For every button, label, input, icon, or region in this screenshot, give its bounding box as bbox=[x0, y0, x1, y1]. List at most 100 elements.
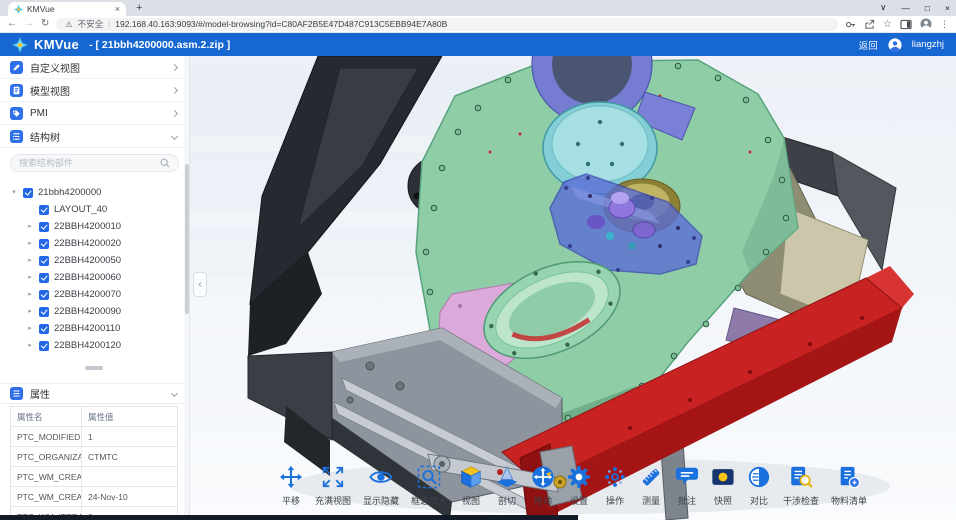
expander-icon[interactable]: ▸ bbox=[26, 291, 34, 298]
tree-item-label: 22BBH4200050 bbox=[54, 255, 121, 266]
tree-item[interactable]: ▸22BBH4200110 bbox=[0, 320, 189, 337]
chevron-right-icon bbox=[171, 109, 178, 116]
url-bar[interactable]: ⚠ 不安全 | 192.168.40.163:9093/#/model-brow… bbox=[56, 18, 838, 31]
horizontal-scrollbar-thumb[interactable] bbox=[85, 366, 103, 370]
checkbox-checked[interactable] bbox=[23, 188, 33, 198]
url-divider: | bbox=[108, 19, 110, 29]
expander-icon[interactable]: ▾ bbox=[10, 189, 18, 196]
tool-settings[interactable]: 设置 bbox=[567, 465, 591, 507]
forward-icon[interactable]: → bbox=[24, 19, 34, 29]
tool-label: 批注 bbox=[678, 494, 696, 507]
tree-item[interactable]: ▸ 22BBH4200060 bbox=[0, 269, 189, 286]
tree-item[interactable]: ▸22BBH4200070 bbox=[0, 286, 189, 303]
tool-pan[interactable]: 平移 bbox=[279, 465, 303, 507]
expander-icon[interactable]: ▸ bbox=[26, 274, 34, 281]
sidebar-section-pmi[interactable]: PMI bbox=[0, 102, 189, 125]
sidebar-collapse-button[interactable]: ‹ bbox=[193, 272, 207, 297]
expander-icon[interactable]: ▸ bbox=[26, 240, 34, 247]
tool-label: 操作 bbox=[606, 494, 624, 507]
expander-icon[interactable]: ▸ bbox=[26, 223, 34, 230]
section-cut-icon bbox=[495, 465, 519, 489]
tree-item-label: 21bbh4200000 bbox=[38, 187, 101, 198]
tool-compare[interactable]: 对比 bbox=[747, 465, 771, 507]
tree-item[interactable]: ▸ 22BBH4200020 bbox=[0, 235, 189, 252]
checkbox-checked[interactable] bbox=[39, 239, 49, 249]
browser-tab[interactable]: KMVue × bbox=[8, 2, 126, 16]
tool-section-cut[interactable]: 剖切 bbox=[495, 465, 519, 507]
maximize-icon[interactable]: □ bbox=[925, 3, 930, 13]
reload-icon[interactable]: ↻ bbox=[41, 19, 49, 29]
expander-icon[interactable]: ▸ bbox=[26, 257, 34, 264]
tree-item-label: 22BBH4200020 bbox=[54, 238, 121, 249]
profile-avatar-icon[interactable] bbox=[920, 18, 932, 30]
property-name: PTC_WM_CREATED_... bbox=[11, 467, 82, 487]
3d-model-canvas[interactable] bbox=[190, 56, 956, 520]
properties-table: 属性名 属性值 PTC_MODIFIED1 PTC_ORGANIZATIO...… bbox=[10, 406, 178, 520]
back-to-list-button[interactable]: 返回 bbox=[859, 38, 878, 52]
checkbox-checked[interactable] bbox=[39, 341, 49, 351]
tree-item[interactable]: ▾ 21bbh4200000 bbox=[0, 184, 189, 201]
properties-title: 属性 bbox=[30, 386, 165, 401]
tool-snapshot[interactable]: 快照 bbox=[711, 465, 735, 507]
tool-operate[interactable]: 操作 bbox=[603, 465, 627, 507]
sidebar-scrollbar[interactable] bbox=[184, 56, 189, 520]
checkbox-checked[interactable] bbox=[39, 324, 49, 334]
close-icon[interactable]: × bbox=[945, 3, 950, 13]
box-zoom-icon bbox=[417, 465, 441, 489]
checkbox-checked[interactable] bbox=[39, 256, 49, 266]
table-row[interactable]: PTC_WM_CREATED_... bbox=[11, 467, 178, 487]
tree-item-label: 22BBH4200060 bbox=[54, 272, 121, 283]
tree-item[interactable]: ▸22BBH4200120 bbox=[0, 337, 189, 354]
drag-icon bbox=[531, 465, 555, 489]
tab-close-icon[interactable]: × bbox=[115, 5, 120, 14]
share-icon[interactable] bbox=[864, 19, 875, 30]
tool-drag[interactable]: 拖动 bbox=[531, 465, 555, 507]
tool-label: 显示隐藏 bbox=[363, 494, 399, 507]
tree-item[interactable]: LAYOUT_40 bbox=[0, 201, 189, 218]
tab-search-icon[interactable]: ∨ bbox=[880, 2, 886, 13]
custom-view-icon bbox=[10, 61, 23, 74]
checkbox-checked[interactable] bbox=[39, 307, 49, 317]
table-row[interactable]: PTC_WM_CREATED_...24-Nov-10 bbox=[11, 487, 178, 507]
bookmark-star-icon[interactable]: ☆ bbox=[883, 19, 892, 30]
tool-box-zoom[interactable]: 框选放大 bbox=[411, 465, 447, 507]
checkbox-checked[interactable] bbox=[39, 205, 49, 215]
browser-address-bar: ← → ↻ ⚠ 不安全 | 192.168.40.163:9093/#/mode… bbox=[0, 16, 956, 33]
scrollbar-thumb[interactable] bbox=[185, 164, 189, 314]
checkbox-checked[interactable] bbox=[39, 273, 49, 283]
tool-show-hide[interactable]: 显示隐藏 bbox=[363, 465, 399, 507]
sidebar-section-structure-tree[interactable]: 结构树 bbox=[0, 125, 189, 148]
checkbox-checked[interactable] bbox=[39, 290, 49, 300]
property-value: CTMTC bbox=[82, 447, 178, 467]
tree-item[interactable]: ▸ 22BBH4200050 bbox=[0, 252, 189, 269]
sidebar-section-model-views[interactable]: 模型视图 bbox=[0, 79, 189, 102]
tool-bom[interactable]: 物料清单 bbox=[831, 465, 867, 507]
tool-label: 拖动 bbox=[534, 494, 552, 507]
expander-icon[interactable]: ▸ bbox=[26, 342, 34, 349]
expander-icon[interactable]: ▸ bbox=[26, 325, 34, 332]
tool-measure[interactable]: 测量 bbox=[639, 465, 663, 507]
table-row[interactable]: PTC_ORGANIZATIO...CTMTC bbox=[11, 447, 178, 467]
new-tab-button[interactable]: + bbox=[136, 3, 142, 14]
tool-interference-check[interactable]: 干涉检查 bbox=[783, 465, 819, 507]
expander-icon[interactable]: ▸ bbox=[26, 308, 34, 315]
tool-annotate[interactable]: 批注 bbox=[675, 465, 699, 507]
browser-menu-icon[interactable]: ⋮ bbox=[940, 19, 949, 30]
search-input[interactable] bbox=[19, 158, 156, 168]
sidebar-section-custom-views[interactable]: 自定义视图 bbox=[0, 56, 189, 79]
tree-item[interactable]: ▸22BBH4200010 bbox=[0, 218, 189, 235]
checkbox-checked[interactable] bbox=[39, 222, 49, 232]
table-row[interactable]: PTC_MODIFIED1 bbox=[11, 427, 178, 447]
tool-view-cube[interactable]: 视图 bbox=[459, 465, 483, 507]
chevron-down-icon bbox=[171, 132, 178, 139]
tool-fit-view[interactable]: 充满视图 bbox=[315, 465, 351, 507]
back-icon[interactable]: ← bbox=[7, 19, 17, 29]
user-avatar-icon[interactable] bbox=[888, 38, 902, 52]
structure-search-box[interactable] bbox=[10, 154, 179, 172]
side-panel-icon[interactable] bbox=[900, 19, 912, 30]
tree-item[interactable]: ▸22BBH4200090 bbox=[0, 303, 189, 320]
minimize-icon[interactable]: — bbox=[901, 3, 910, 13]
password-key-icon[interactable] bbox=[845, 19, 856, 30]
username-label[interactable]: liangzhj bbox=[912, 39, 944, 50]
properties-panel-header[interactable]: 属性 bbox=[0, 383, 189, 404]
